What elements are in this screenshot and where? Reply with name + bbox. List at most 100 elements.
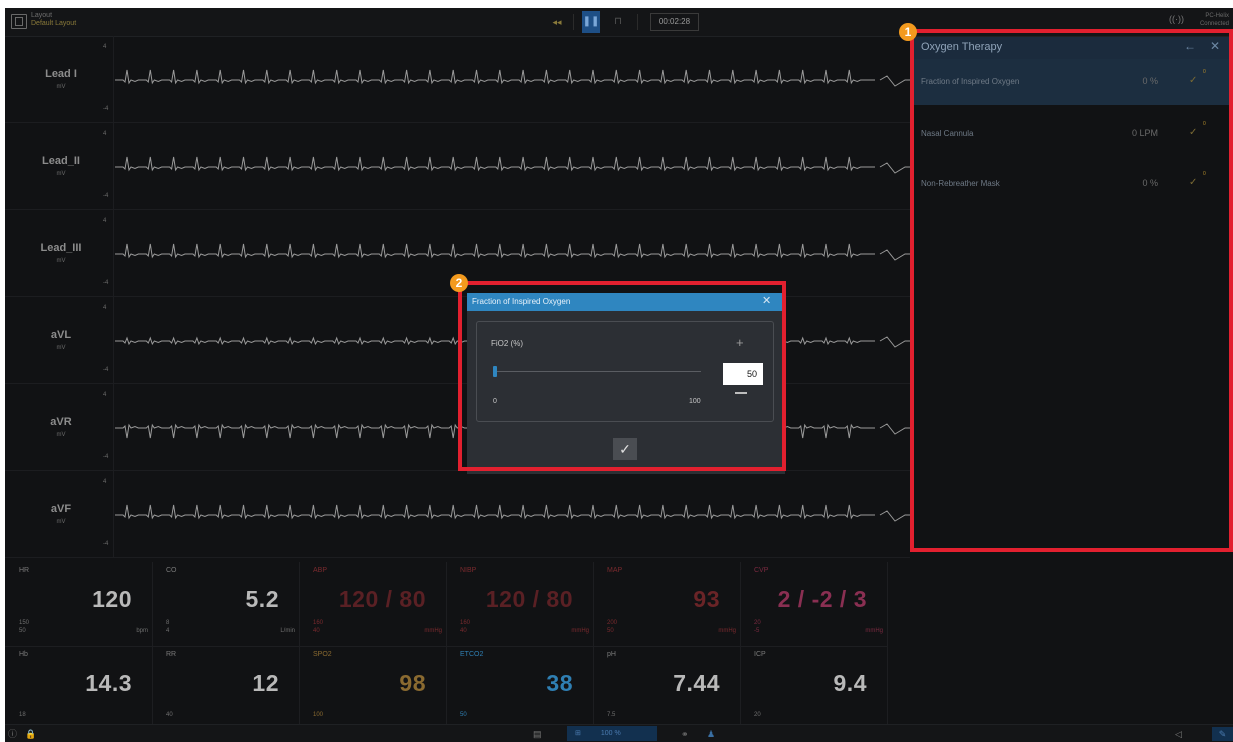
highlight-box-dialog	[458, 281, 786, 471]
lead-name: Lead I	[45, 68, 77, 80]
lead-name: aVF	[50, 503, 72, 515]
vital-alarm-high: 160	[313, 620, 324, 626]
vital-unit: L/min	[280, 628, 295, 634]
vital-alarm-high: 150	[19, 620, 30, 626]
pause-button[interactable]: ❚❚	[582, 11, 600, 33]
lead-scale-max: 4	[103, 131, 107, 137]
vital-label: ETCO2	[460, 651, 484, 658]
ecg-lead-row: aVF mV 4 -4	[5, 471, 910, 558]
person-icon[interactable]: ♟	[707, 727, 715, 741]
vital-alarm-low: 40	[460, 628, 467, 634]
lead-scale-min: -4	[103, 454, 109, 460]
vital-alarm-low: 40	[166, 712, 173, 718]
binoculars-icon[interactable]: ⚭	[681, 727, 689, 741]
sound-icon[interactable]: ◁	[1175, 727, 1182, 741]
vital-value: 120 / 80	[338, 586, 426, 612]
document-icon[interactable]: ▤	[533, 727, 542, 741]
lead-name: Lead_II	[42, 155, 80, 167]
layout-icon[interactable]	[11, 14, 27, 29]
vital-tile[interactable]: Hb 14.3 18	[5, 646, 153, 731]
lock-icon[interactable]: 🔒	[25, 727, 36, 741]
rewind-button[interactable]: ◂◂	[547, 13, 567, 31]
vital-alarm-low: 50	[607, 628, 614, 634]
vital-value: 93	[693, 586, 720, 612]
lead-scale-max: 4	[103, 479, 107, 485]
signal-icon: ((·))	[1169, 14, 1184, 24]
vital-tile[interactable]: NIBP 120 / 80 160 40 mmHg	[446, 562, 594, 647]
lead-scale-min: -4	[103, 193, 109, 199]
vital-label: HR	[19, 567, 30, 574]
vital-value: 98	[399, 670, 426, 696]
lead-scale-min: -4	[103, 541, 109, 547]
vital-tile[interactable]: RR 12 40	[152, 646, 300, 731]
info-icon[interactable]: ⓘ	[8, 727, 17, 741]
vital-tile[interactable]: HR 120 150 50 bpm	[5, 562, 153, 647]
vital-value: 9.4	[833, 670, 867, 696]
vital-tile[interactable]: ABP 120 / 80 160 40 mmHg	[299, 562, 447, 647]
lead-scale-max: 4	[103, 218, 107, 224]
vital-label: ICP	[754, 651, 766, 658]
vital-value: 14.3	[85, 670, 132, 696]
lead-name: Lead_III	[40, 242, 82, 254]
lead-scale-max: 4	[103, 305, 107, 311]
callout-badge-1: 1	[899, 23, 917, 41]
ecg-lead-row: Lead I mV 4 -4	[5, 36, 910, 123]
vital-tile[interactable]: CVP 2 / -2 / 3 20 -5 mmHg	[740, 562, 888, 647]
vital-tile[interactable]: SPO2 98 100	[299, 646, 447, 731]
vital-label: ABP	[313, 567, 328, 574]
lead-scale-max: 4	[103, 392, 107, 398]
vitals-grid: HR 120 150 50 bpm CO 5.2 8 4 L/min ABP 120 / 80 160 4…	[5, 562, 910, 732]
vital-tile[interactable]: ICP 9.4 20	[740, 646, 888, 731]
monitor-icon: ⊞	[575, 730, 581, 737]
ecg-waveform	[115, 69, 910, 87]
ecg-waveform	[115, 156, 910, 174]
vital-alarm-low: 20	[754, 712, 761, 718]
lead-scale-min: -4	[103, 367, 109, 373]
vital-alarm-low: 40	[313, 628, 320, 634]
lead-unit: mV	[56, 171, 66, 177]
vital-value: 12	[252, 670, 279, 696]
vital-label: RR	[166, 651, 177, 658]
lead-unit: mV	[56, 519, 66, 525]
lead-unit: mV	[56, 432, 66, 438]
vital-unit: mmHg	[424, 628, 442, 634]
zoom-level: 100 %	[600, 730, 621, 737]
session-timer: 00:02:28	[650, 13, 699, 31]
vital-tile[interactable]: pH 7.44 7.5	[593, 646, 741, 731]
vital-unit: mmHg	[718, 628, 736, 634]
vital-alarm-low: 50	[19, 628, 26, 634]
lead-name: aVR	[50, 416, 72, 428]
lead-unit: mV	[56, 84, 66, 90]
vital-alarm-low: 18	[19, 712, 26, 718]
vital-unit: mmHg	[571, 628, 589, 634]
layout-selector[interactable]: Layout Default Layout	[31, 12, 76, 28]
lead-scale-min: -4	[103, 280, 109, 286]
layout-name: Default Layout	[31, 20, 77, 27]
vital-value: 2 / -2 / 3	[777, 586, 867, 612]
ecg-lead-row: Lead_II mV 4 -4	[5, 123, 910, 210]
vital-value: 120 / 80	[485, 586, 573, 612]
vital-unit: mmHg	[865, 628, 883, 634]
edit-icon[interactable]: ✎	[1212, 727, 1233, 741]
stop-button[interactable]: ⊓	[610, 13, 626, 31]
lead-scale-max: 4	[103, 44, 107, 50]
vital-tile[interactable]: MAP 93 200 50 mmHg	[593, 562, 741, 647]
vital-alarm-low: 100	[313, 712, 324, 718]
vital-value: 5.2	[245, 586, 279, 612]
lead-unit: mV	[56, 345, 66, 351]
vital-tile[interactable]: ETCO2 38 50	[446, 646, 594, 731]
ecg-trace	[115, 69, 910, 87]
vital-value: 120	[92, 586, 132, 612]
lead-unit: mV	[56, 258, 66, 264]
vital-label: SPO2	[313, 651, 332, 658]
connection-status: PC-Helix Connected	[1185, 12, 1229, 28]
zoom-control[interactable]: ⊞ 100 %	[567, 726, 657, 741]
vital-label: Hb	[19, 651, 28, 658]
vital-label: CVP	[754, 567, 769, 574]
vital-alarm-high: 200	[607, 620, 618, 626]
ecg-waveform	[115, 504, 910, 522]
toolbar-divider	[573, 14, 574, 30]
vital-unit: bpm	[136, 628, 148, 634]
vital-label: NIBP	[460, 567, 477, 574]
vital-tile[interactable]: CO 5.2 8 4 L/min	[152, 562, 300, 647]
